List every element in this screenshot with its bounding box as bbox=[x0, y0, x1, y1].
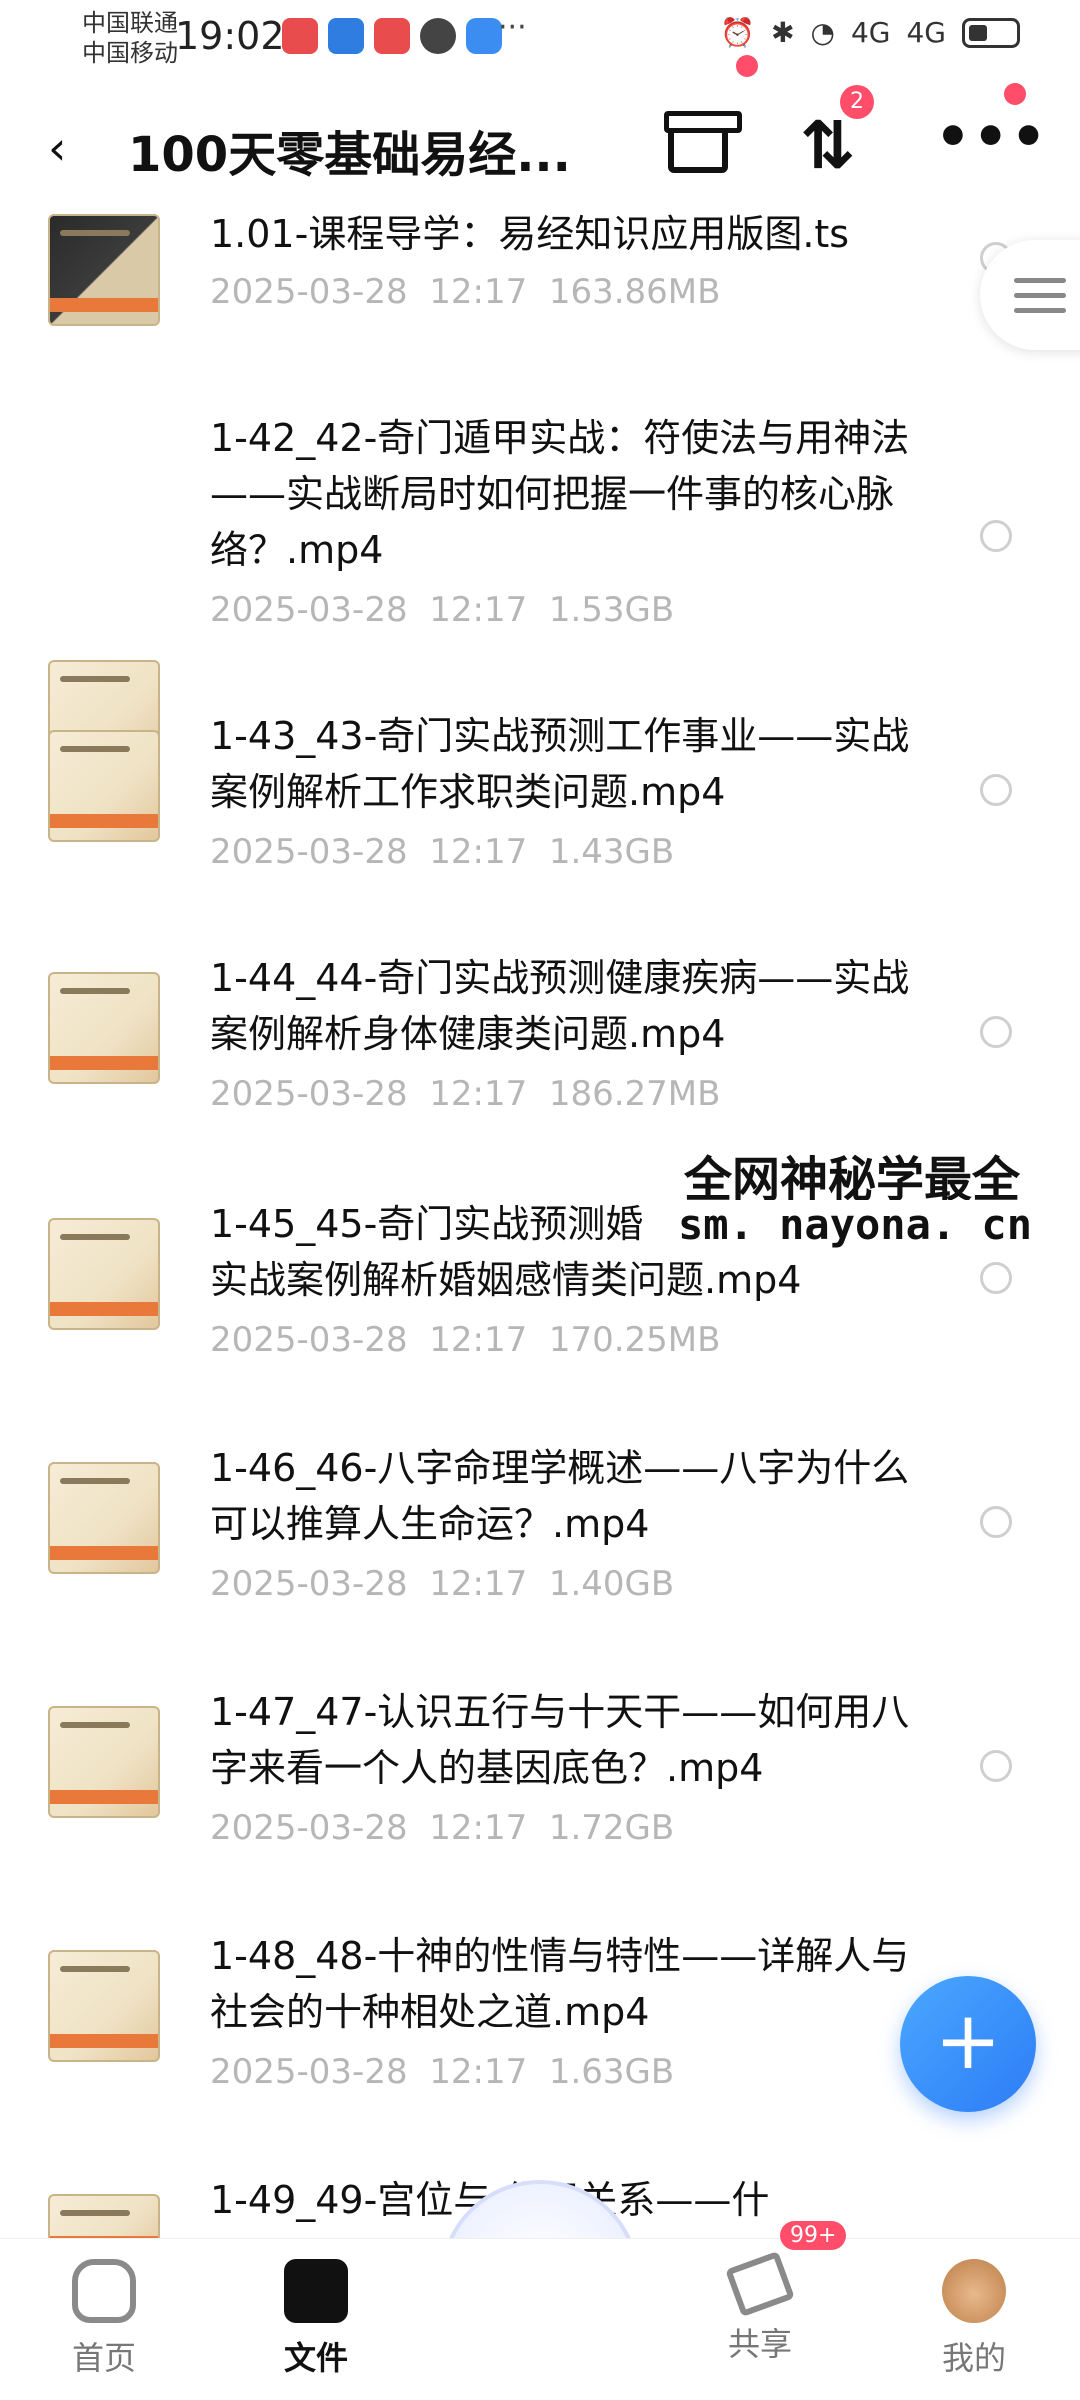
file-name: 1-44_44-奇门实战预测健康疾病——实战案例解析身体健康类问题.mp4 bbox=[210, 956, 910, 1056]
file-name: 1-42_42-奇门遁甲实战：符使法与用神法——实战断局时如何把握一件事的核心脉… bbox=[210, 416, 910, 572]
select-checkbox[interactable] bbox=[980, 520, 1012, 552]
signal-4g-icon-2: 4G bbox=[906, 16, 946, 49]
select-checkbox[interactable] bbox=[980, 774, 1012, 806]
file-meta: 2025-03-28 12:17 186.27MB bbox=[210, 1074, 721, 1114]
file-meta: 2025-03-28 12:17 1.43GB bbox=[210, 832, 675, 872]
carrier-info: 中国联通 中国移动 bbox=[82, 8, 178, 68]
share-badge: 99+ bbox=[780, 2221, 847, 2250]
archive-notification-dot bbox=[736, 55, 758, 77]
watermark-url: sm. nayona. cn bbox=[672, 1200, 1039, 1249]
file-meta: 2025-03-28 12:17 170.25MB bbox=[210, 1320, 721, 1360]
select-checkbox[interactable] bbox=[980, 1262, 1012, 1294]
tab-me[interactable]: 我的 bbox=[894, 2259, 1054, 2379]
weather-icon bbox=[466, 18, 502, 54]
video-thumbnail bbox=[48, 1218, 160, 1330]
carrier-2: 中国移动 bbox=[82, 39, 178, 67]
file-name: 1-46_46-八字命理学概述——八字为什么可以推算人生命运？.mp4 bbox=[210, 1446, 910, 1546]
home-icon bbox=[72, 2259, 136, 2323]
system-status-icons: ⏰ ✱ ◔ 4G 4G bbox=[720, 16, 1020, 49]
cup-icon bbox=[420, 18, 456, 54]
select-checkbox[interactable] bbox=[980, 1016, 1012, 1048]
select-checkbox[interactable] bbox=[980, 1750, 1012, 1782]
tab-home-label: 首页 bbox=[71, 2339, 136, 2377]
video-thumbnail bbox=[48, 972, 160, 1084]
video-thumbnail bbox=[48, 1706, 160, 1818]
status-more-icon: ··· bbox=[498, 10, 527, 45]
sort-badge: 2 bbox=[840, 85, 874, 119]
tab-files[interactable]: 文件 bbox=[236, 2259, 396, 2379]
more-options-icon[interactable]: ••• bbox=[935, 105, 1048, 170]
bottom-tab-bar: 首页 文件 共享 99+ 我的 bbox=[0, 2221, 1080, 2400]
file-meta: 2025-03-28 12:17 1.63GB bbox=[210, 2052, 675, 2092]
side-menu-handle[interactable] bbox=[980, 240, 1080, 350]
signal-4g-icon: 4G bbox=[850, 16, 891, 49]
tab-home[interactable]: 首页 bbox=[24, 2259, 184, 2379]
file-name: 1-47_47-认识五行与十天干——如何用八字来看一个人的基因底色？.mp4 bbox=[210, 1690, 910, 1790]
profile-avatar-icon bbox=[942, 2259, 1006, 2323]
file-name: 1.01-课程导学：易经知识应用版图.ts bbox=[210, 212, 850, 256]
file-name: 1-48_48-十神的性情与特性——详解人与社会的十种相处之道.mp4 bbox=[210, 1934, 910, 2034]
more-notification-dot bbox=[1004, 83, 1026, 105]
send-icon bbox=[725, 2250, 795, 2318]
file-meta: 2025-03-28 12:17 163.86MB bbox=[210, 272, 721, 312]
page-title: 100天零基础易经... bbox=[128, 127, 571, 183]
sort-icon[interactable]: ⇅ bbox=[800, 107, 855, 184]
file-meta: 2025-03-28 12:17 1.40GB bbox=[210, 1564, 675, 1604]
select-checkbox[interactable] bbox=[980, 1506, 1012, 1538]
wifi-icon: ◔ bbox=[810, 16, 835, 49]
video-thumbnail bbox=[48, 1950, 160, 2062]
huawei-app-icon bbox=[282, 18, 318, 54]
battery-icon bbox=[962, 17, 1020, 48]
bluetooth-icon: ✱ bbox=[771, 16, 795, 49]
file-name: 1-43_43-奇门实战预测工作事业——实战案例解析工作求职类问题.mp4 bbox=[210, 714, 910, 814]
tab-share[interactable]: 共享 bbox=[680, 2250, 840, 2365]
nav-bar: ‹ 100天零基础易经... ⇅ 2 ••• bbox=[0, 55, 1080, 195]
back-icon[interactable]: ‹ bbox=[48, 121, 88, 175]
tab-files-label: 文件 bbox=[283, 2339, 348, 2377]
carrier-1: 中国联通 bbox=[82, 9, 178, 37]
notification-icons bbox=[282, 18, 502, 54]
file-name-line2: 实战案例解析婚姻感情类问题.mp4 bbox=[210, 1258, 802, 1302]
tab-me-label: 我的 bbox=[941, 2339, 1006, 2377]
file-meta: 2025-03-28 12:17 1.72GB bbox=[210, 1808, 675, 1848]
alarm-icon: ⏰ bbox=[720, 16, 756, 49]
add-button[interactable]: + bbox=[900, 1976, 1036, 2112]
status-bar: 中国联通 中国移动 19:02 ··· ⏰ ✱ ◔ 4G 4G bbox=[0, 0, 1080, 80]
archive-icon[interactable] bbox=[664, 111, 742, 173]
tab-share-label: 共享 bbox=[727, 2325, 792, 2363]
file-meta: 2025-03-28 12:17 1.53GB bbox=[210, 590, 675, 630]
huawei-app-icon-2 bbox=[374, 18, 410, 54]
video-thumbnail bbox=[48, 730, 160, 842]
folder-icon bbox=[284, 2259, 348, 2323]
status-time: 19:02 bbox=[175, 14, 285, 58]
video-thumbnail bbox=[48, 214, 160, 326]
blue-app-icon bbox=[328, 18, 364, 54]
video-thumbnail bbox=[48, 1462, 160, 1574]
